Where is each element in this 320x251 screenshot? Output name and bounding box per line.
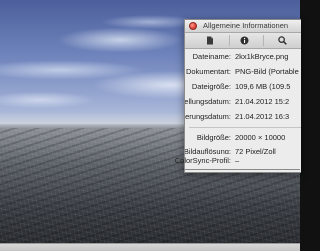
tab-general-info[interactable] — [201, 34, 219, 46]
field-label: Dateiname: — [192, 52, 231, 61]
field-label: Bildgröße: — [196, 133, 231, 142]
close-button[interactable] — [189, 22, 197, 30]
tab-zoom[interactable] — [273, 34, 291, 46]
window-title: Allgemeine Informationen — [203, 21, 289, 30]
tab-more-info[interactable] — [235, 34, 253, 46]
document-icon — [207, 36, 213, 44]
image-info-row: Bildgröße: 20000 × 10000 — [185, 132, 301, 144]
field-value: 21.04.2012 16:3 — [235, 112, 290, 121]
field-value: 21.04.2012 15:2 — [235, 97, 290, 106]
toolbar-separator — [263, 35, 264, 46]
field-label: ColorSync-Profil: — [174, 156, 231, 165]
file-info-row: Erstellungsdatum: 21.04.2012 15:2 — [185, 96, 301, 108]
image-info-row: ColorSync-Profil: – — [175, 155, 301, 167]
info-window: Allgemeine Informationen Dateiname: 2kx1… — [184, 19, 301, 173]
section-divider — [189, 127, 301, 128]
info-icon — [240, 36, 248, 44]
magnifier-icon — [277, 35, 287, 45]
field-value: 2kx1kBryce.png — [235, 52, 289, 61]
field-value: PNG-Bild (Portable Network Graphics) — [235, 67, 301, 76]
field-value: 109,6 MB (109.5 — [235, 82, 291, 91]
field-value: 20000 × 10000 — [235, 133, 286, 142]
field-label: Dokumentart: — [185, 67, 231, 76]
colorsync-row-container: ColorSync-Profil: – — [175, 154, 301, 170]
window-titlebar[interactable]: Allgemeine Informationen — [185, 20, 301, 33]
file-info-row: Änderungsdatum: 21.04.2012 16:3 — [185, 111, 301, 123]
file-info-row: Dateiname: 2kx1kBryce.png — [185, 51, 301, 63]
field-value: – — [235, 156, 240, 165]
inspector-toolbar — [185, 33, 301, 49]
toolbar-separator — [229, 35, 230, 46]
field-label: Erstellungsdatum: — [184, 97, 231, 106]
field-label: Dateigröße: — [191, 82, 231, 91]
file-info-row: Dateigröße: 109,6 MB (109.5 — [185, 81, 301, 93]
file-info-row: Dokumentart: PNG-Bild (Portable Network … — [185, 66, 301, 78]
field-label: Änderungsdatum: — [185, 112, 231, 121]
